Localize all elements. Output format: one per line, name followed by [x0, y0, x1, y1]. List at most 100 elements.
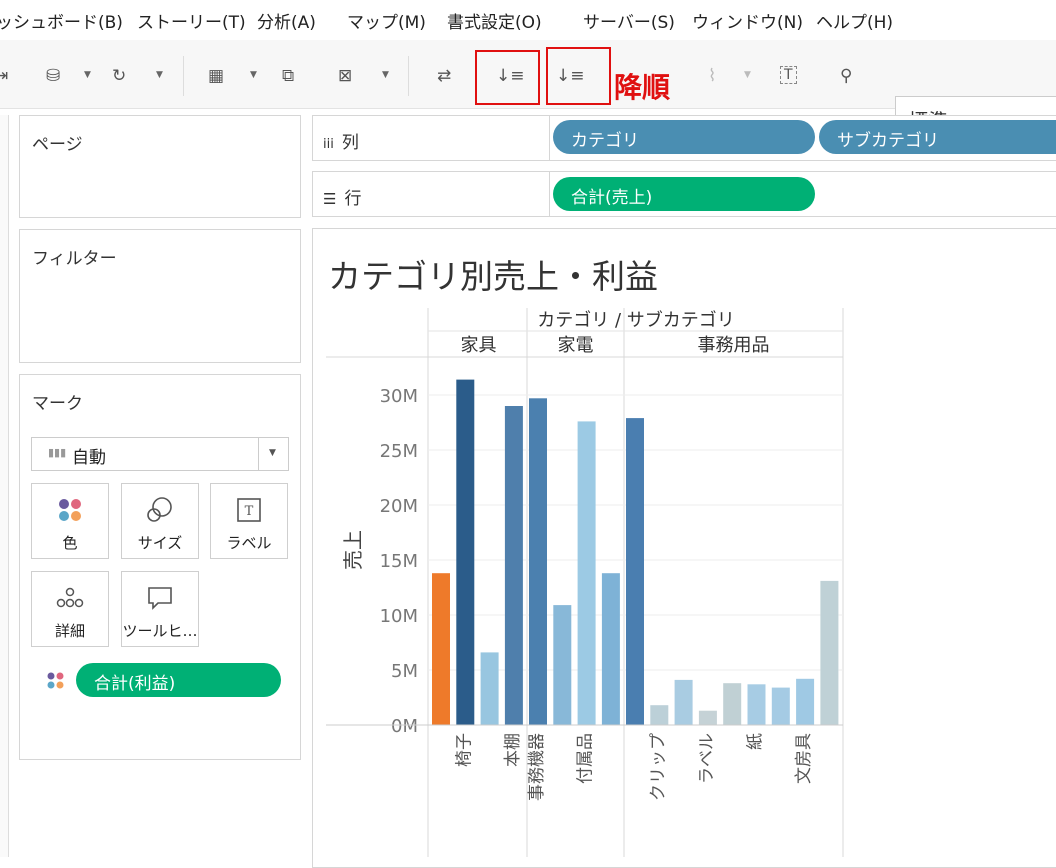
label-button[interactable]: T ラベル [210, 483, 288, 559]
rows-shelf-label: ☰ 行 [323, 189, 362, 209]
x-tick-label: 椅子 [454, 733, 474, 767]
chevron-down-icon[interactable]: ▼ [156, 70, 163, 80]
pages-title: ページ [32, 135, 83, 155]
viz-title: カテゴリ別売上・利益 [328, 257, 658, 296]
bar [650, 705, 669, 725]
bar [577, 421, 596, 725]
bar [504, 406, 523, 725]
menu-server[interactable]: サーバー(S) [583, 8, 675, 33]
chevron-down-icon[interactable]: ▼ [250, 70, 257, 80]
tooltip-button[interactable]: ツールヒ… [121, 571, 199, 647]
bar [626, 418, 644, 725]
bar [747, 684, 766, 725]
toolbar-divider [183, 56, 184, 96]
mark-type-dropdown[interactable]: ▮▮▮ 自動 ▼ [31, 437, 289, 471]
y-tick-label: 10M [380, 606, 418, 627]
filters-card[interactable]: フィルター [19, 229, 301, 363]
ascending-highlight [475, 50, 540, 105]
datasource-icon[interactable]: ⛁ [46, 66, 60, 86]
descending-annotation: 降順 [614, 71, 671, 104]
bar [553, 605, 572, 725]
bar [796, 678, 815, 725]
bar [432, 573, 450, 725]
duplicate-icon[interactable]: ⧉ [282, 66, 294, 86]
descending-highlight [546, 47, 611, 105]
bar [480, 652, 499, 725]
pin-icon[interactable]: ⚲ [840, 66, 852, 86]
detail-button[interactable]: 詳細 [31, 571, 109, 647]
text-icon[interactable]: T [780, 66, 797, 84]
menu-map[interactable]: マップ(M) [347, 8, 426, 33]
color-button[interactable]: 色 [31, 483, 109, 559]
x-tick-label: 紙 [746, 733, 766, 750]
menu-dashboard[interactable]: ッシュボード(B) [0, 8, 123, 33]
y-tick-label: 20M [380, 496, 418, 517]
category-pill[interactable]: カテゴリ [553, 120, 815, 154]
new-worksheet-icon[interactable]: ▦ [208, 66, 224, 86]
y-tick-label: 5M [391, 661, 418, 682]
swap-icon[interactable]: ⇄ [437, 66, 451, 86]
columns-shelf-label: iii 列 [323, 133, 359, 153]
columns-icon: iii [323, 137, 334, 152]
category-header-0: 家具 [461, 335, 497, 356]
sales-row-pill[interactable]: 合計(売上) [553, 177, 815, 211]
text-icon: T [211, 496, 287, 529]
y-axis-title: 売上 [341, 530, 365, 570]
x-tick-label: クリップ [648, 733, 668, 801]
x-tick-label: 本棚 [503, 733, 523, 767]
toolbar-divider [408, 56, 409, 96]
marks-card: マーク [19, 374, 301, 760]
menu-story[interactable]: ストーリー(T) [137, 8, 246, 33]
detail-label: 詳細 [54, 622, 85, 640]
size-button[interactable]: サイズ [121, 483, 199, 559]
tooltip-label: ツールヒ… [122, 622, 198, 640]
rows-icon: ☰ [323, 190, 337, 208]
size-icon [122, 496, 198, 529]
bar-chart-icon: ▮▮▮ [48, 446, 67, 459]
chevron-down-icon[interactable]: ▼ [382, 70, 389, 80]
bar [456, 379, 475, 725]
menu-format[interactable]: 書式設定(O) [447, 8, 542, 33]
clear-sheet-icon[interactable]: ⊠ [338, 66, 352, 86]
x-tick-label: ラベル [697, 733, 717, 784]
shelf-divider [549, 116, 550, 160]
y-tick-label: 30M [380, 386, 418, 407]
partial-icon[interactable]: ⇥ [0, 66, 8, 86]
y-tick-label: 0M [391, 716, 418, 737]
category-header-1: 家電 [558, 335, 594, 356]
bar [771, 687, 790, 725]
x-tick-label: 付属品 [576, 733, 596, 784]
chevron-down-icon: ▼ [269, 448, 276, 458]
pages-card[interactable]: ページ [19, 115, 301, 218]
color-icon [32, 496, 108, 529]
mark-type-label: 自動 [72, 448, 106, 468]
size-label: サイズ [137, 534, 183, 552]
x-tick-label: 文房具 [794, 733, 814, 784]
bar [723, 683, 742, 725]
y-tick-label: 25M [380, 441, 418, 462]
data-pane-edge [0, 115, 9, 857]
chevron-down-icon[interactable]: ▼ [744, 70, 751, 80]
bar [820, 580, 839, 725]
menu-bar: ッシュボード(B) ストーリー(T) 分析(A) マップ(M) 書式設定(O) … [0, 0, 1056, 40]
bar [601, 573, 620, 725]
paperclip-icon[interactable]: ⌇ [708, 66, 716, 86]
color-label: 色 [62, 534, 78, 552]
marks-title: マーク [32, 394, 83, 414]
profit-color-pill[interactable]: 合計(利益) [76, 663, 281, 697]
menu-analysis[interactable]: 分析(A) [257, 8, 316, 33]
refresh-icon[interactable]: ↻ [112, 66, 126, 86]
bar [529, 398, 547, 725]
subcategory-pill[interactable]: サブカテゴリ [819, 120, 1056, 154]
filters-title: フィルター [32, 249, 117, 269]
dropdown-divider [258, 438, 259, 470]
menu-help[interactable]: ヘルプ(H) [816, 8, 893, 33]
bar [698, 710, 717, 725]
column-header-title: カテゴリ / サブカテゴリ [537, 309, 735, 331]
chevron-down-icon[interactable]: ▼ [84, 70, 91, 80]
x-tick-label: 事務機器 [527, 733, 547, 801]
label-label: ラベル [226, 534, 272, 552]
svg-text:T: T [245, 504, 254, 519]
menu-window[interactable]: ウィンドウ(N) [692, 8, 803, 33]
category-header-2: 事務用品 [698, 335, 770, 356]
